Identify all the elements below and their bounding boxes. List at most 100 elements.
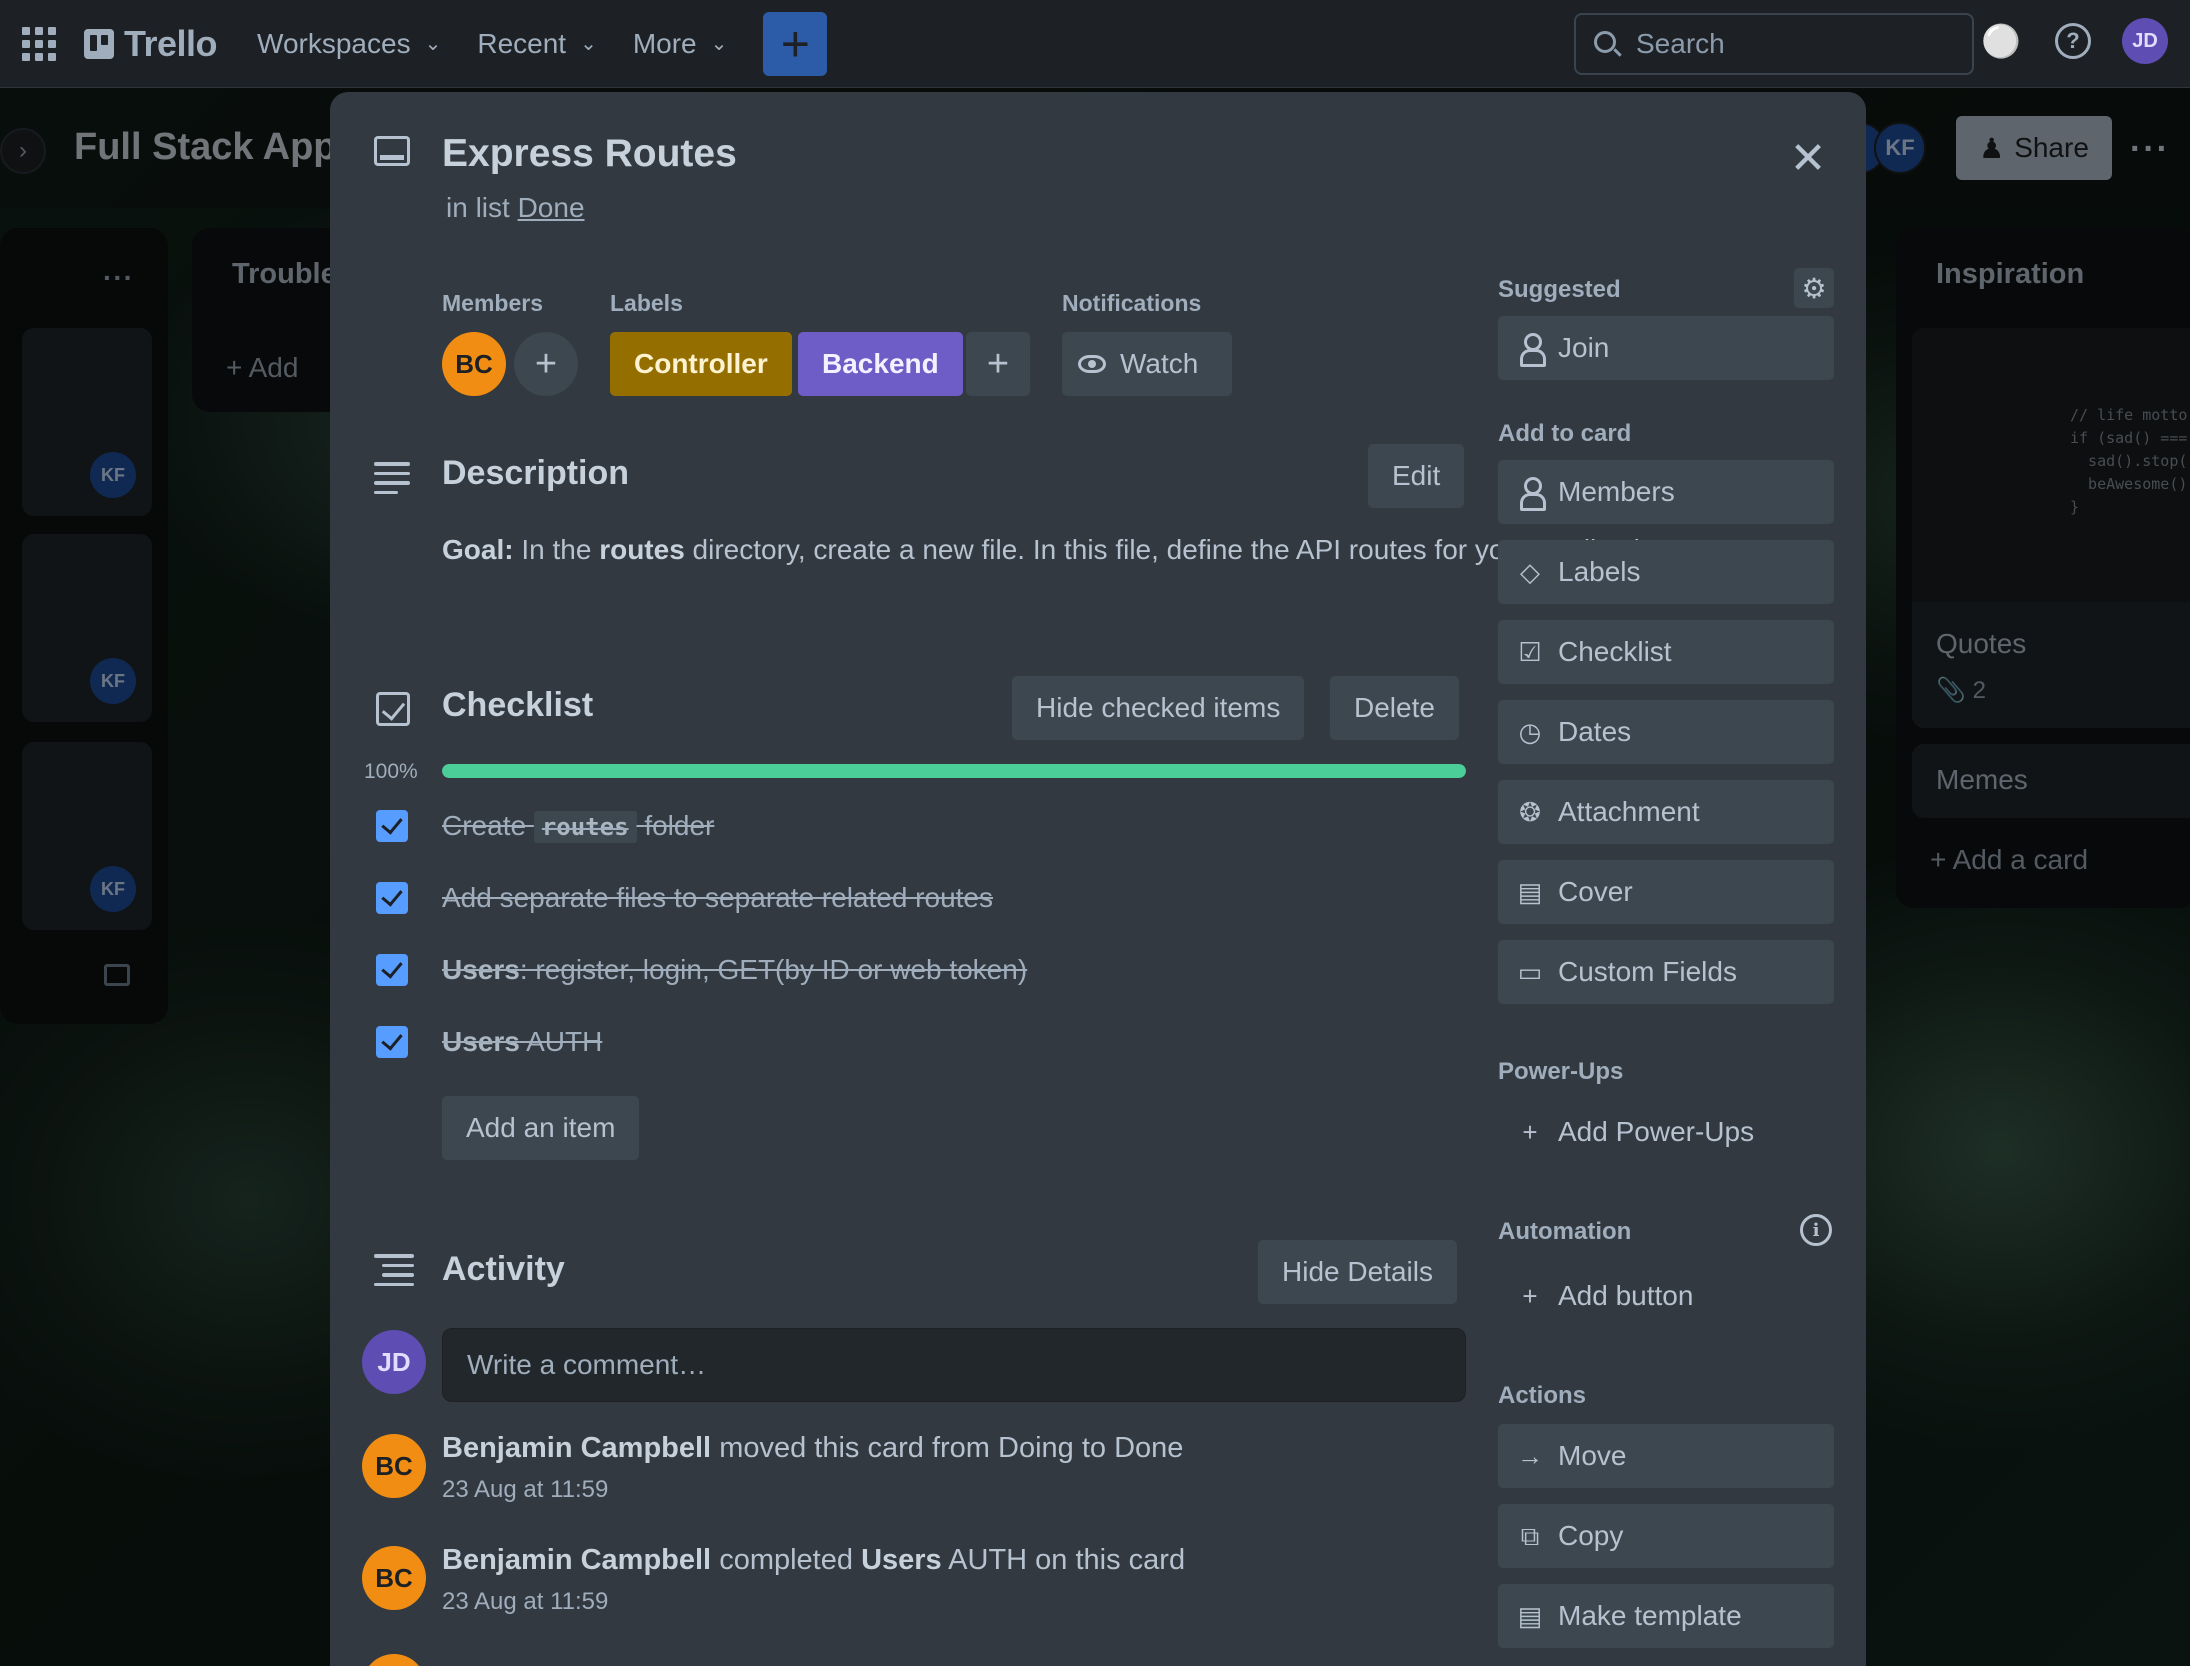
- checklist-label: Checklist: [1558, 636, 1672, 667]
- join-button[interactable]: Join: [1498, 316, 1834, 380]
- activity-entry: Benjamin Campbell moved this card from D…: [442, 1432, 1183, 1465]
- trello-logo-icon: [84, 28, 114, 59]
- add-button-button[interactable]: + Add button: [1498, 1264, 1834, 1328]
- suggested-heading: Suggested: [1498, 276, 1621, 303]
- delete-checklist-button[interactable]: Delete: [1330, 676, 1459, 740]
- plus-icon: +: [986, 342, 1010, 385]
- item-text-after: folder: [644, 810, 715, 841]
- watch-label: Watch: [1120, 348, 1199, 379]
- hide-details-button[interactable]: Hide Details: [1258, 1240, 1457, 1304]
- add-powerups-button[interactable]: + Add Power-Ups: [1498, 1100, 1834, 1164]
- add-member-button[interactable]: +: [514, 332, 578, 396]
- activity-avatar[interactable]: [362, 1654, 426, 1666]
- user-avatar[interactable]: JD: [2122, 18, 2168, 64]
- clock-icon: ◷: [1518, 717, 1542, 747]
- cover-label: Cover: [1558, 876, 1633, 907]
- make-template-label: Make template: [1558, 1600, 1742, 1631]
- labels-button[interactable]: ◇ Labels: [1498, 540, 1834, 604]
- nav-workspaces-label: Workspaces: [257, 27, 411, 59]
- checklist-item[interactable]: Users: register, login, GET(by ID or web…: [376, 940, 1027, 1000]
- app-switcher-icon[interactable]: [22, 26, 56, 61]
- nav-recent[interactable]: Recent ⌄: [477, 28, 596, 60]
- checkbox-checked-icon[interactable]: [376, 882, 408, 914]
- activity-bold: Users: [861, 1544, 942, 1576]
- activity-avatar[interactable]: BC: [362, 1434, 426, 1498]
- checkbox-checked-icon[interactable]: [376, 954, 408, 986]
- actions-heading: Actions: [1498, 1382, 1587, 1409]
- checkbox-checked-icon[interactable]: [376, 1026, 408, 1058]
- attachment-button[interactable]: ❂ Attachment: [1498, 780, 1834, 844]
- move-button[interactable]: → Move: [1498, 1424, 1834, 1488]
- info-icon[interactable]: i: [1800, 1214, 1832, 1246]
- nav-recent-label: Recent: [477, 27, 567, 59]
- activity-icon: [374, 1254, 414, 1286]
- list-link[interactable]: Done: [518, 192, 585, 223]
- card-list-info: in list Done: [446, 192, 585, 224]
- checkbox-checked-icon[interactable]: [376, 810, 408, 842]
- checklist-item[interactable]: Create routes folder: [376, 796, 714, 856]
- members-heading: Members: [442, 290, 543, 316]
- checklist-item[interactable]: Add separate files to separate related r…: [376, 868, 993, 928]
- custom-fields-label: Custom Fields: [1558, 956, 1737, 987]
- gear-icon[interactable]: ⚙: [1794, 268, 1834, 308]
- members-label: Members: [1558, 476, 1675, 507]
- add-button-label: Add button: [1558, 1280, 1694, 1311]
- close-icon[interactable]: ✕: [1780, 130, 1836, 186]
- checklist-item-text[interactable]: Create routes folder: [442, 810, 715, 843]
- edit-description-button[interactable]: Edit: [1368, 444, 1465, 508]
- checklist-item-text[interactable]: Add separate files to separate related r…: [442, 882, 993, 914]
- trello-logo[interactable]: Trello: [84, 23, 218, 65]
- checklist-item[interactable]: Users AUTH: [376, 1012, 602, 1072]
- checklist-item-text[interactable]: Users AUTH: [442, 1026, 602, 1058]
- hide-checked-items-button[interactable]: Hide checked items: [1012, 676, 1305, 740]
- move-label: Move: [1558, 1440, 1627, 1471]
- chevron-down-icon: ⌄: [710, 33, 728, 55]
- item-bold: Users: [442, 954, 520, 985]
- create-button[interactable]: +: [763, 11, 828, 76]
- help-icon: ?: [2055, 23, 2091, 59]
- copy-button[interactable]: ⧉ Copy: [1498, 1504, 1834, 1568]
- activity-text: AUTH on this card: [948, 1544, 1186, 1576]
- custom-fields-button[interactable]: ▭ Custom Fields: [1498, 940, 1834, 1004]
- add-label-button[interactable]: +: [966, 332, 1030, 396]
- cover-button[interactable]: ▤ Cover: [1498, 860, 1834, 924]
- search-input[interactable]: Search: [1574, 13, 1974, 75]
- comment-input[interactable]: Write a comment…: [442, 1328, 1466, 1402]
- activity-time[interactable]: 23 Aug at 11:59: [442, 1476, 608, 1504]
- goal-prefix: Goal:: [442, 534, 514, 565]
- nav-workspaces[interactable]: Workspaces ⌄: [257, 28, 441, 60]
- cover-icon: ▤: [1517, 877, 1543, 907]
- card-title[interactable]: Express Routes: [442, 132, 737, 176]
- checklist-item-text[interactable]: Users: register, login, GET(by ID or web…: [442, 954, 1027, 986]
- checklist-button[interactable]: ☑ Checklist: [1498, 620, 1834, 684]
- dates-button[interactable]: ◷ Dates: [1498, 700, 1834, 764]
- label-controller[interactable]: Controller: [610, 332, 792, 396]
- notifications-bell-icon[interactable]: ⚪: [1978, 18, 2024, 64]
- checklist-heading: Checklist: [442, 686, 594, 724]
- template-icon: ▤: [1517, 1601, 1543, 1631]
- activity-user[interactable]: Benjamin Campbell: [442, 1544, 711, 1576]
- activity-avatar[interactable]: BC: [362, 1546, 426, 1610]
- members-button[interactable]: Members: [1498, 460, 1834, 524]
- powerups-heading: Power-Ups: [1498, 1058, 1624, 1085]
- description-bold-word: routes: [599, 534, 685, 565]
- nav-more[interactable]: More ⌄: [633, 28, 728, 60]
- activity-time[interactable]: 23 Aug at 11:59: [442, 1588, 608, 1616]
- activity-user[interactable]: Benjamin Campbell: [442, 1432, 711, 1464]
- make-template-button[interactable]: ▤ Make template: [1498, 1584, 1834, 1648]
- arrow-right-icon: →: [1517, 1441, 1543, 1471]
- notifications-heading: Notifications: [1062, 290, 1202, 316]
- checkbox-icon: ☑: [1518, 637, 1542, 667]
- automation-heading: Automation: [1498, 1218, 1632, 1245]
- card-member-avatar[interactable]: BC: [442, 332, 506, 396]
- search-icon: [1594, 31, 1616, 53]
- top-nav-icons: ⚪ ? JD: [1978, 18, 2168, 64]
- copy-icon: ⧉: [1520, 1521, 1540, 1551]
- watch-button[interactable]: Watch: [1062, 332, 1232, 396]
- nav-more-label: More: [632, 27, 697, 59]
- label-backend[interactable]: Backend: [798, 332, 963, 396]
- add-checklist-item-button[interactable]: Add an item: [442, 1096, 640, 1160]
- chevron-down-icon: ⌄: [580, 33, 597, 55]
- join-label: Join: [1558, 332, 1610, 363]
- help-button[interactable]: ?: [2050, 18, 2096, 64]
